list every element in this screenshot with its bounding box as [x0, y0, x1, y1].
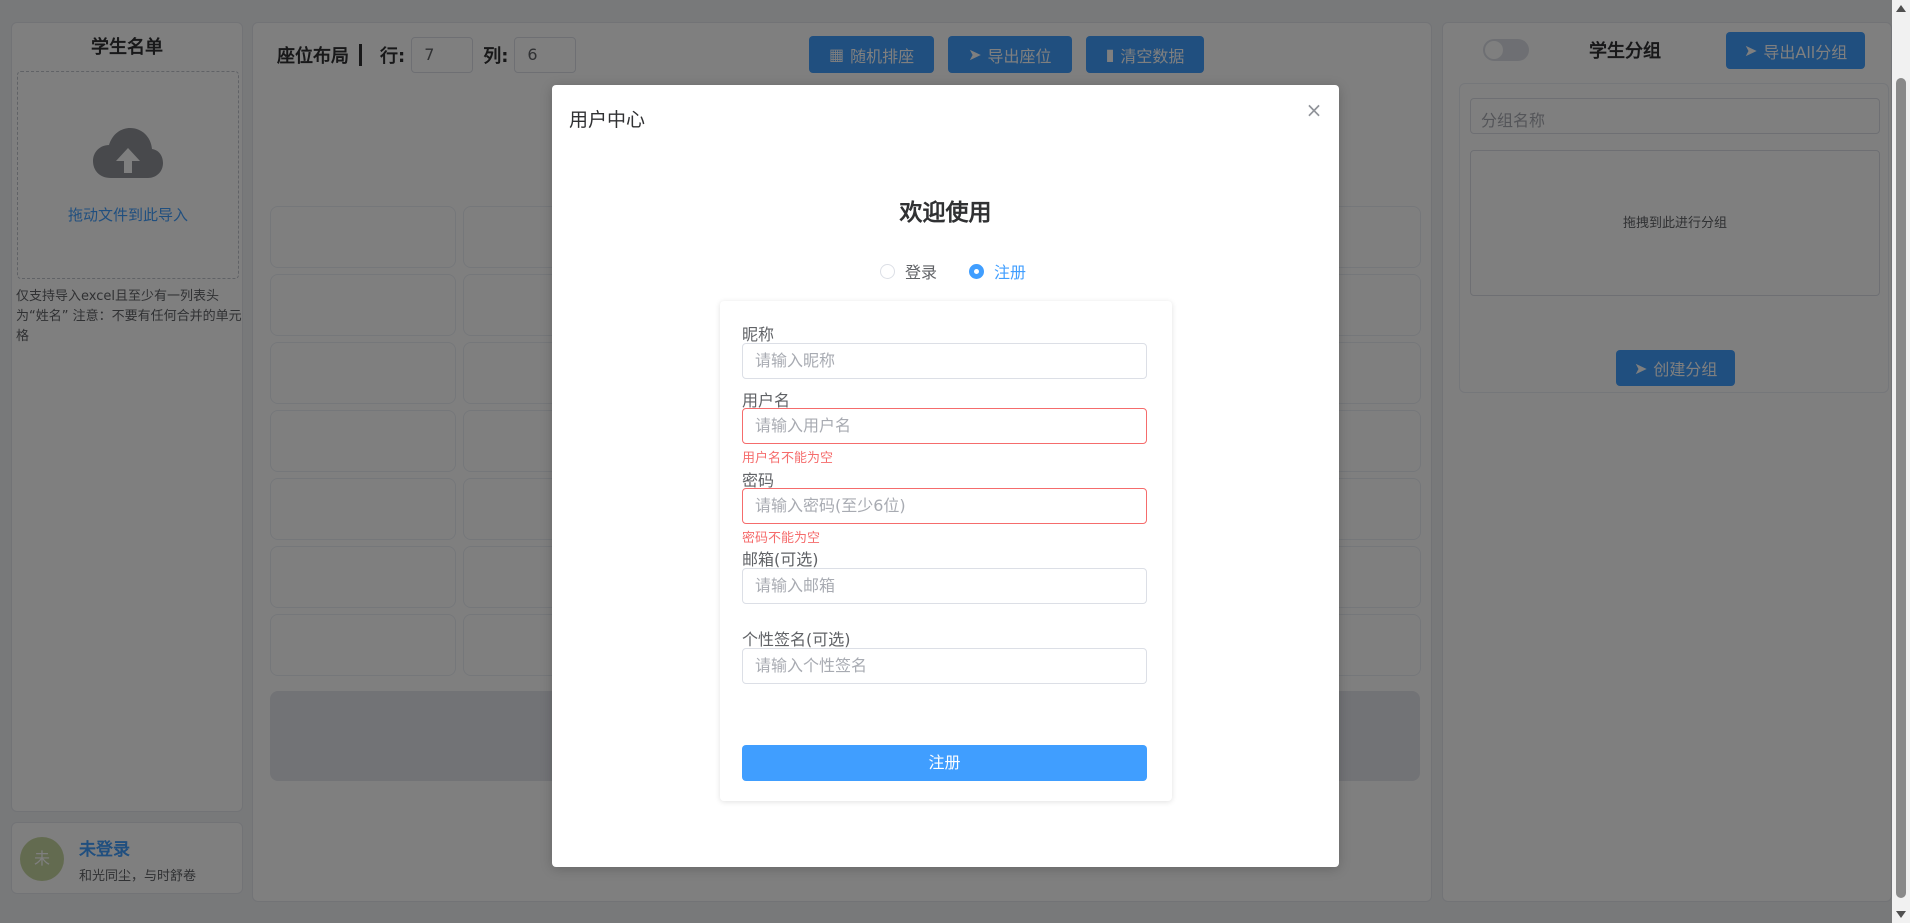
password-error: 密码不能为空	[742, 531, 821, 546]
register-radio[interactable]: 注册	[969, 259, 1026, 283]
dialog-title: 用户中心	[569, 109, 646, 131]
vertical-scrollbar[interactable]	[1892, 0, 1910, 923]
signature-label: 个性签名(可选)	[742, 630, 851, 649]
username-error: 用户名不能为空	[742, 451, 834, 466]
login-radio-label: 登录	[905, 263, 938, 282]
nickname-label: 昵称	[742, 325, 775, 344]
scroll-down-arrow-icon[interactable]	[1896, 911, 1906, 918]
register-submit-button[interactable]: 注册	[742, 745, 1147, 781]
scroll-up-arrow-icon[interactable]	[1896, 5, 1906, 12]
radio-dot	[969, 263, 985, 279]
user-center-dialog: 用户中心 × 欢迎使用 登录 注册 昵称 请输入昵称 用户名 请输入用户名 用户…	[552, 85, 1339, 867]
register-form: 昵称 请输入昵称 用户名 请输入用户名 用户名不能为空 密码 请输入密码(至少6…	[720, 301, 1172, 801]
email-label: 邮箱(可选)	[742, 550, 819, 569]
register-radio-label: 注册	[994, 263, 1027, 282]
password-input[interactable]: 请输入密码(至少6位)	[742, 488, 1147, 524]
mode-radio-group: 登录 注册	[880, 259, 1026, 283]
radio-dot	[880, 263, 895, 279]
login-radio[interactable]: 登录	[880, 259, 937, 283]
signature-input[interactable]: 请输入个性签名	[742, 648, 1147, 684]
nickname-input[interactable]: 请输入昵称	[742, 343, 1147, 379]
username-input[interactable]: 请输入用户名	[742, 408, 1147, 444]
scrollbar-thumb[interactable]	[1896, 78, 1906, 898]
welcome-heading: 欢迎使用	[899, 200, 992, 226]
close-icon[interactable]: ×	[1303, 99, 1325, 121]
email-input[interactable]: 请输入邮箱	[742, 568, 1147, 604]
